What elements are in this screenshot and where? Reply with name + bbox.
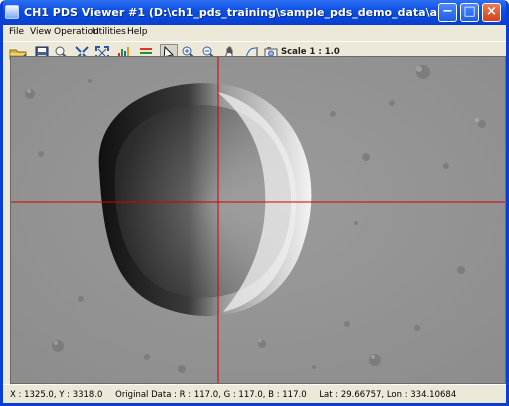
menu-utilities[interactable]: Utilities xyxy=(92,27,126,37)
status-original-data: Original Data : R : 117.0, G : 117.0, B … xyxy=(115,390,307,400)
app-window: CH1 PDS Viewer #1 (D:\ch1_pds_training\s… xyxy=(0,0,509,406)
maximize-button[interactable]: □ xyxy=(460,3,479,22)
app-icon xyxy=(5,5,19,19)
title-bar[interactable]: CH1 PDS Viewer #1 (D:\ch1_pds_training\s… xyxy=(3,0,506,25)
close-button[interactable]: × xyxy=(482,3,501,22)
window-title: CH1 PDS Viewer #1 (D:\ch1_pds_training\s… xyxy=(24,6,448,19)
status-text: X : 1325.0, Y : 3318.0 Original Data : R… xyxy=(10,390,456,400)
menu-help[interactable]: Help xyxy=(127,27,148,37)
status-bar: X : 1325.0, Y : 3318.0 Original Data : R… xyxy=(3,384,506,403)
status-coordinates: X : 1325.0, Y : 3318.0 xyxy=(10,390,103,400)
menu-bar: File View Operation Utilities Help xyxy=(3,25,506,41)
menu-view[interactable]: View xyxy=(30,27,51,37)
menu-file[interactable]: File xyxy=(9,27,24,37)
minimize-button[interactable]: − xyxy=(438,3,457,22)
status-latlon: Lat : 29.66757, Lon : 334.10684 xyxy=(319,390,457,400)
image-viewer[interactable] xyxy=(10,56,506,384)
lunar-image xyxy=(11,57,505,383)
